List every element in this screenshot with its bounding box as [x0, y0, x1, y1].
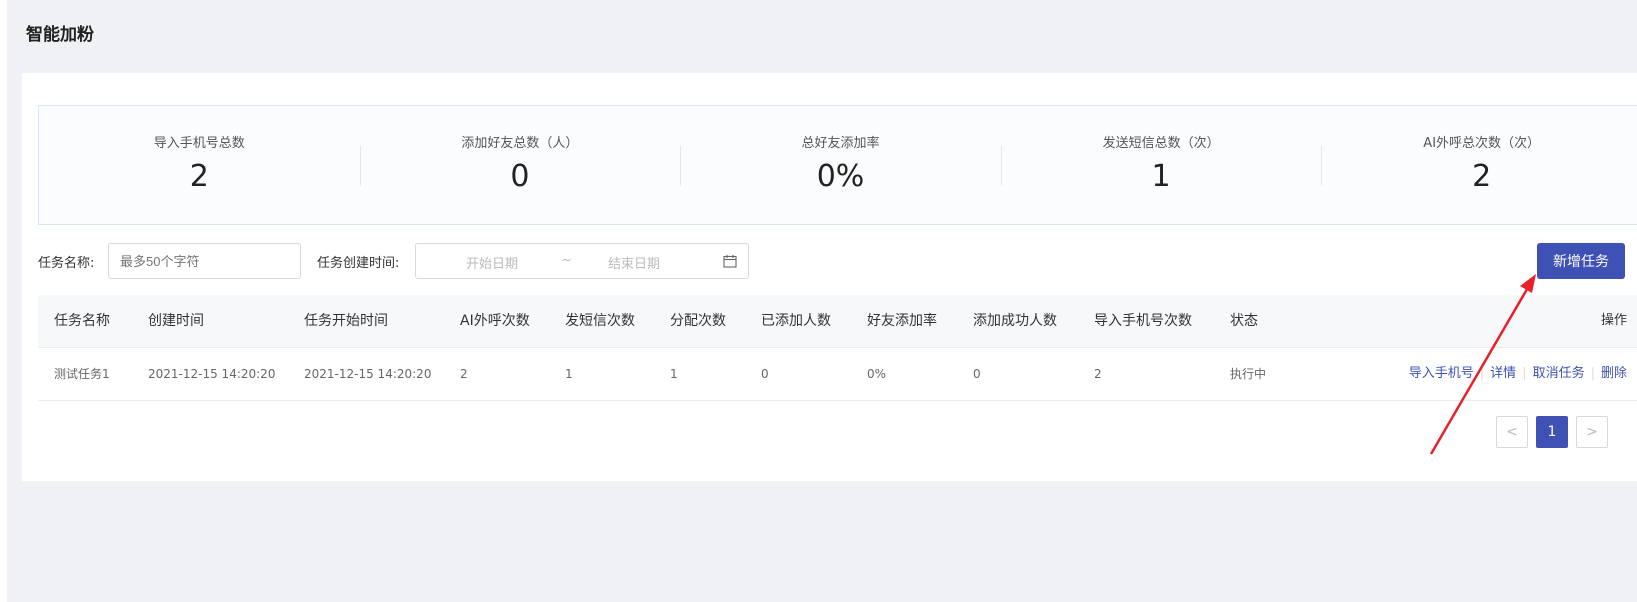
annotation-arrow-icon: [1429, 274, 1536, 455]
